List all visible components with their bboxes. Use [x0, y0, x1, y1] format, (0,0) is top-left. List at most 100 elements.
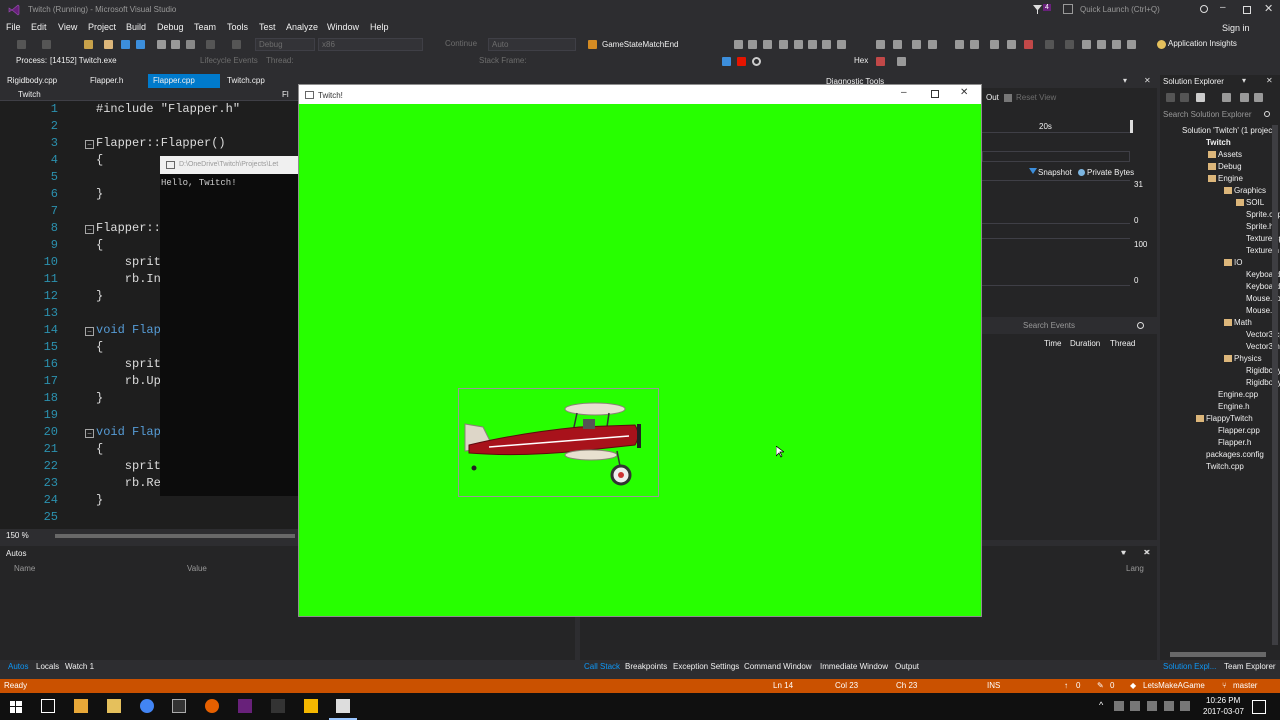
scope-dropdown[interactable]: Twitch	[18, 90, 41, 99]
game-minimize-button[interactable]: –	[901, 87, 907, 98]
auto-select[interactable]: Auto	[488, 38, 576, 51]
tab-twitch-cpp[interactable]: Twitch.cpp	[222, 74, 270, 88]
copy-icon[interactable]	[171, 40, 180, 49]
diag-icon-16[interactable]	[1007, 40, 1016, 49]
step-out-button[interactable]: Out	[986, 93, 999, 102]
tab-command-window[interactable]: Command Window	[744, 662, 812, 671]
code-line[interactable]: void Flap	[96, 323, 161, 337]
app-icon-3[interactable]	[304, 699, 318, 713]
sign-in-link[interactable]: Sign in	[1222, 23, 1250, 33]
diag-icon-21[interactable]	[1112, 40, 1121, 49]
menu-analyze[interactable]: Analyze	[286, 22, 318, 32]
tree-folder-engine[interactable]: Engine	[1218, 174, 1243, 183]
continue-button[interactable]: Continue	[445, 39, 477, 48]
function-select[interactable]: GameStateMatchEnd	[598, 38, 723, 51]
tab-call-stack[interactable]: Call Stack	[584, 662, 620, 671]
menu-tools[interactable]: Tools	[227, 22, 248, 32]
callstack-col-lang[interactable]: Lang	[1126, 564, 1144, 573]
tab-rigidbody-cpp[interactable]: Rigidbody.cpp	[2, 74, 62, 88]
tree-folder-assets[interactable]: Assets	[1218, 150, 1242, 159]
code-line[interactable]: void Flap	[96, 425, 161, 439]
volume-icon[interactable]	[1164, 701, 1174, 711]
notifications-icon[interactable]	[1252, 700, 1266, 714]
diag-icon-4[interactable]	[779, 40, 788, 49]
zoom-level[interactable]: 150 %	[6, 531, 29, 540]
app-insights-button[interactable]: Application Insights	[1168, 39, 1237, 48]
reset-view-icon[interactable]	[1004, 94, 1012, 102]
collapse-icon[interactable]: −	[85, 429, 94, 438]
menu-project[interactable]: Project	[88, 22, 116, 32]
autos-col-name[interactable]: Name	[14, 564, 35, 573]
hex-toggle[interactable]: Hex	[854, 56, 868, 65]
code-line[interactable]: {	[96, 153, 103, 167]
diag-icon-17[interactable]	[1045, 40, 1054, 49]
terminal-icon[interactable]	[172, 699, 186, 713]
search-events-input[interactable]: Search Events	[1023, 321, 1075, 330]
col-thread[interactable]: Thread	[1110, 339, 1135, 348]
notification-badge[interactable]: 4	[1043, 4, 1051, 11]
code-line[interactable]: }	[96, 187, 103, 201]
bookmark-icon[interactable]	[1024, 40, 1033, 49]
status-unpushed[interactable]: 0	[1076, 681, 1080, 690]
tab-flapper-cpp[interactable]: Flapper.cpp	[148, 74, 220, 88]
tab-exception-settings[interactable]: Exception Settings	[673, 662, 739, 671]
taskbar-time[interactable]: 10:26 PM	[1206, 696, 1240, 705]
solexp-search-icon[interactable]	[1264, 111, 1270, 117]
code-line[interactable]: sprit	[96, 459, 161, 473]
code-line[interactable]: {	[96, 238, 103, 252]
task-view-icon[interactable]	[41, 699, 55, 713]
diag-icon-20[interactable]	[1097, 40, 1106, 49]
tab-watch-1[interactable]: Watch 1	[65, 662, 94, 671]
pause-icon[interactable]	[722, 57, 731, 66]
tree-file-twitch-cpp[interactable]: Twitch.cpp	[1206, 462, 1244, 471]
save-icon[interactable]	[121, 40, 130, 49]
diag-icon-3[interactable]	[763, 40, 772, 49]
thread-icon[interactable]	[897, 57, 906, 66]
game-window-titlebar[interactable]: Twitch! – ✕	[299, 85, 981, 104]
search-icon[interactable]	[1200, 5, 1208, 13]
diag-icon-5[interactable]	[794, 40, 803, 49]
menu-window[interactable]: Window	[327, 22, 359, 32]
code-line[interactable]: Flapper::Flapper()	[96, 136, 226, 150]
horizontal-scrollbar[interactable]	[1170, 652, 1266, 657]
tray-arrow-icon[interactable]: ^	[1099, 700, 1103, 710]
tab-output[interactable]: Output	[895, 662, 919, 671]
code-line[interactable]: sprit	[96, 357, 161, 371]
tree-file-flapper-h[interactable]: Flapper.h	[1218, 438, 1251, 447]
maximize-button[interactable]	[1243, 6, 1251, 14]
tree-project-twitch[interactable]: Twitch	[1206, 138, 1231, 147]
diag-icon-18[interactable]	[1065, 40, 1074, 49]
quick-launch-input[interactable]: Quick Launch (Ctrl+Q)	[1080, 5, 1200, 14]
filter-icon[interactable]	[1033, 5, 1042, 14]
code-line[interactable]: sprit	[96, 255, 161, 269]
autos-col-value[interactable]: Value	[187, 564, 207, 573]
open-icon[interactable]	[104, 40, 113, 49]
diag-pin-icon[interactable]: ▾	[1123, 76, 1127, 85]
solexp-close-icon[interactable]: ✕	[1266, 76, 1273, 85]
tab-breakpoints[interactable]: Breakpoints	[625, 662, 667, 671]
tree-folder-debug[interactable]: Debug	[1218, 162, 1242, 171]
back-icon[interactable]	[1166, 93, 1175, 102]
undo-icon[interactable]	[206, 40, 215, 49]
app-icon-1[interactable]	[74, 699, 88, 713]
paste-icon[interactable]	[186, 40, 195, 49]
tray-icon-2[interactable]	[1130, 701, 1140, 711]
diag-icon-14[interactable]	[970, 40, 979, 49]
diag-icon-9[interactable]	[876, 40, 885, 49]
horizontal-scrollbar[interactable]	[55, 534, 295, 538]
reset-view-button[interactable]: Reset View	[1016, 93, 1056, 102]
tab-team-explorer[interactable]: Team Explorer	[1224, 662, 1276, 671]
status-repo[interactable]: LetsMakeAGame	[1143, 681, 1205, 690]
status-changes[interactable]: 0	[1110, 681, 1114, 690]
diag-icon-6[interactable]	[808, 40, 817, 49]
code-line[interactable]: #include "Flapper.h"	[96, 102, 240, 116]
menu-test[interactable]: Test	[259, 22, 276, 32]
start-icon[interactable]	[10, 701, 22, 713]
code-line[interactable]: rb.In	[96, 272, 161, 286]
menu-file[interactable]: File	[6, 22, 21, 32]
vertical-scrollbar[interactable]	[1272, 125, 1278, 645]
code-line[interactable]: }	[96, 493, 103, 507]
forward-icon[interactable]	[42, 40, 51, 49]
diag-icon-7[interactable]	[822, 40, 831, 49]
col-time[interactable]: Time	[1044, 339, 1061, 348]
